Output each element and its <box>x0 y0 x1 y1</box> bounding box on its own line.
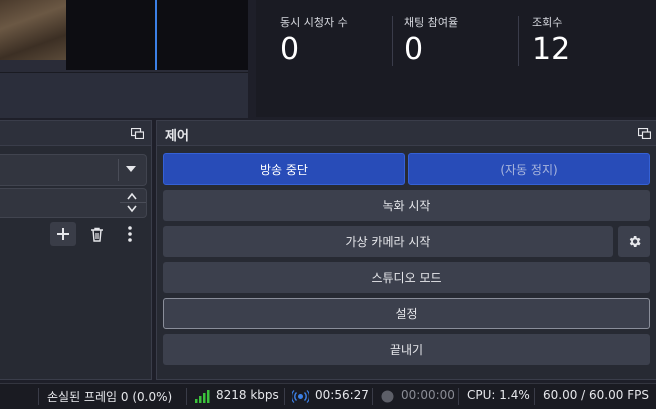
stat-views: 조회수 12 <box>532 14 570 67</box>
stat-value: 12 <box>532 32 571 67</box>
status-separator <box>284 388 285 405</box>
status-bar: 손실된 프레임 0 (0.0%) 8218 kbps 00:56:27 00:0… <box>0 383 656 409</box>
stream-time: 00:56:27 <box>315 388 369 402</box>
add-icon[interactable] <box>50 222 76 246</box>
chevron-down-icon <box>126 166 136 172</box>
preview-canvas <box>66 0 248 70</box>
recording-icon <box>381 390 394 403</box>
stat-label: 채팅 참여율 <box>404 16 459 29</box>
stat-chat-participation: 채팅 참여율 0 <box>404 14 458 67</box>
status-separator <box>534 388 535 405</box>
record-time: 00:00:00 <box>401 388 455 402</box>
bitrate: 8218 kbps <box>216 388 279 402</box>
stream-stats-panel: 동시 시청자 수 0 채팅 참여율 0 조회수 12 <box>256 0 656 117</box>
studio-mode-button[interactable]: 스튜디오 모드 <box>163 262 650 293</box>
status-separator <box>458 388 459 405</box>
streaming-icon <box>292 390 309 403</box>
stop-stream-button[interactable]: 방송 중단 <box>163 153 405 185</box>
dock-header <box>157 121 656 146</box>
preview-toolbar <box>0 72 248 118</box>
more-options-icon[interactable] <box>117 222 143 246</box>
status-separator <box>186 388 187 405</box>
status-separator <box>372 388 373 405</box>
dock-header <box>0 121 151 146</box>
gear-icon <box>629 236 641 247</box>
auto-stop-button[interactable]: (자동 정지) <box>408 153 650 185</box>
preview-panel <box>0 0 248 118</box>
stat-divider <box>392 16 393 66</box>
trash-icon[interactable] <box>84 222 110 246</box>
status-separator <box>38 388 39 405</box>
left-dock <box>0 120 152 380</box>
undock-icon[interactable] <box>131 128 144 139</box>
controls-title: 제어 <box>165 129 189 144</box>
virtual-camera-settings-button[interactable] <box>618 226 650 257</box>
signal-strength-icon <box>195 390 210 403</box>
dropdown-divider <box>118 159 119 181</box>
preview-guide-line <box>155 0 157 70</box>
stat-divider <box>518 16 519 66</box>
stat-value: 0 <box>404 32 424 67</box>
stat-label: 조회수 <box>532 16 563 29</box>
stat-value: 0 <box>280 32 300 67</box>
fps: 60.00 / 60.00 FPS <box>543 388 649 402</box>
spin-down-icon[interactable] <box>127 205 137 213</box>
controls-dock: 제어 방송 중단 (자동 정지) 녹화 시작 가상 카메라 시작 스튜디오 모드… <box>156 120 656 380</box>
stat-label: 동시 시청자 수 <box>280 16 348 29</box>
source-dropdown[interactable] <box>0 154 147 186</box>
dropped-frames: 손실된 프레임 0 (0.0%) <box>47 390 173 404</box>
spin-divider <box>120 202 146 203</box>
start-recording-button[interactable]: 녹화 시작 <box>163 190 650 221</box>
spin-up-icon[interactable] <box>127 192 137 200</box>
undock-icon[interactable] <box>638 128 651 139</box>
value-spinbox[interactable] <box>0 188 147 218</box>
cpu-usage: CPU: 1.4% <box>467 388 530 402</box>
stat-concurrent-viewers: 동시 시청자 수 0 <box>280 14 348 67</box>
start-virtual-camera-button[interactable]: 가상 카메라 시작 <box>163 226 613 257</box>
settings-button[interactable]: 설정 <box>163 298 650 329</box>
exit-button[interactable]: 끝내기 <box>163 334 650 365</box>
preview-image <box>0 0 66 60</box>
